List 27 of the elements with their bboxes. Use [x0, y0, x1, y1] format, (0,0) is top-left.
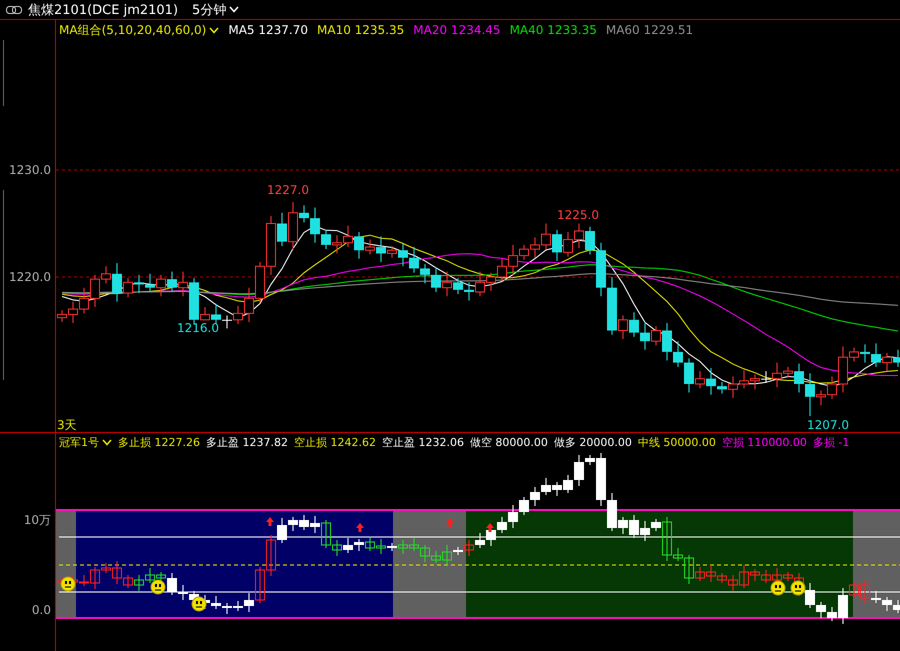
- indicator-value: 中线 50000.00: [638, 435, 716, 450]
- indicator-value: 多止盈 1237.82: [206, 435, 288, 450]
- indicator-value: 空损 110000.00: [722, 435, 807, 450]
- indicator-selector[interactable]: 冠军1号: [59, 435, 99, 450]
- ma-value: MA40 1233.35: [510, 23, 597, 37]
- indicator-value: 空止损 1242.62: [294, 435, 376, 450]
- indicator-value: 多损 -1: [812, 435, 850, 450]
- indicator-value: 空止盈 1232.06: [382, 435, 464, 450]
- ma-combo-selector[interactable]: MA组合(5,10,20,40,60,0): [59, 22, 206, 38]
- indicator-axis-label: 0.0: [32, 603, 51, 617]
- period-selector[interactable]: 5分钟: [192, 0, 226, 18]
- ma-value: MA5 1237.70: [228, 23, 308, 37]
- low-price-label: 1207.0: [807, 418, 849, 432]
- indicator-axis-label: 10万: [24, 513, 51, 527]
- range-label: 3天: [57, 418, 77, 432]
- high-price-label: 1227.0: [267, 183, 309, 197]
- price-axis-label: 1220.0: [9, 270, 51, 284]
- ma-value: MA20 1234.45: [413, 23, 501, 37]
- high-price-label: 1225.0: [557, 208, 599, 222]
- indicator-value: 做多 20000.00: [554, 435, 632, 450]
- ma-value: MA60 1229.51: [606, 23, 694, 37]
- low-price-label: 1216.0: [177, 321, 219, 335]
- ma-value: MA10 1235.35: [317, 23, 404, 37]
- price-axis-label: 1230.0: [9, 163, 51, 177]
- indicator-value: 做空 80000.00: [470, 435, 548, 450]
- contract-title: 焦煤2101(DCE jm2101): [28, 2, 178, 18]
- indicator-value: 多止损 1227.26: [118, 435, 200, 450]
